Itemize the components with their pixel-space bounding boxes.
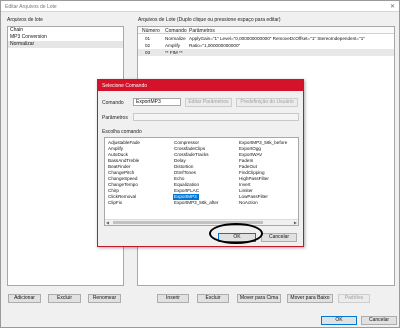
delete-step-button[interactable]: Excluir <box>197 294 229 303</box>
batch-list-item[interactable]: MP3 Conversion <box>8 34 123 41</box>
choose-command-label: Escolha comando <box>102 129 142 135</box>
command-column-1: AdjustableFade Amplify AutoDuck BassAndT… <box>107 140 140 206</box>
close-icon[interactable]: ✕ <box>390 3 395 10</box>
add-button[interactable]: Adicionar <box>8 294 41 303</box>
dialog-titlebar: Selecione Comando <box>98 80 303 91</box>
command-column-2: Compressor CrossfadeClips CrossfadeTrack… <box>173 140 218 206</box>
col-parameters[interactable]: Parâmetros <box>189 28 215 34</box>
command-column-3: ExportMP3_56k_before ExportOgg ExportWAV… <box>238 140 287 206</box>
batch-steps-label: Arquivos de Lote (Duplo clique ou pressi… <box>138 17 281 23</box>
list-item[interactable]: ExportMP3_56k_after <box>173 200 218 206</box>
edit-parameters-button[interactable]: Editar Parâmetros <box>185 98 232 107</box>
list-item[interactable]: NoAction <box>238 200 287 206</box>
table-header: Número Comando Parâmetros <box>138 27 394 34</box>
row-params: Ratio="1,000000000000" <box>189 43 241 48</box>
ok-button[interactable]: OK <box>321 316 357 325</box>
col-number[interactable]: Número <box>142 28 160 34</box>
batch-list-item-selected[interactable]: Normalizar <box>8 41 123 48</box>
command-input[interactable]: ExportMP3 <box>133 98 181 106</box>
row-command: ** FIM ** <box>165 50 183 55</box>
table-row[interactable]: 03 ** FIM ** <box>138 49 394 56</box>
dialog-cancel-button[interactable]: Cancelar <box>261 233 297 242</box>
row-command: Normalize <box>165 36 186 41</box>
user-preset-button[interactable]: Predefinição do Usuário <box>236 98 298 107</box>
cancel-button[interactable]: Cancelar <box>361 316 397 325</box>
batch-list-item[interactable]: Chain <box>8 27 123 34</box>
table-row[interactable]: 02 Amplify Ratio="1,000000000000" <box>138 42 394 49</box>
defaults-button[interactable]: Padrões <box>338 294 370 303</box>
scroll-right-icon[interactable]: ▶ <box>294 220 297 225</box>
row-number: 01 <box>145 36 151 41</box>
select-command-dialog: Selecione Comando Comando ExportMP3 Edit… <box>97 79 304 247</box>
parameters-input[interactable] <box>133 113 299 121</box>
highlight-circle <box>209 223 263 244</box>
parameters-label: Parâmetros <box>102 115 128 121</box>
row-params: ApplyGain="1" Level="0,000000000000" Rem… <box>189 36 365 41</box>
rename-button[interactable]: Renomear <box>88 294 121 303</box>
command-list[interactable]: AdjustableFade Amplify AutoDuck BassAndT… <box>104 137 299 226</box>
window-title: Editar Arquivos de Lote <box>5 4 57 10</box>
horizontal-scrollbar[interactable]: ◀ ▶ <box>105 219 298 225</box>
command-label: Comando <box>102 100 124 106</box>
move-up-button[interactable]: Mover para Cima <box>237 294 281 303</box>
col-command[interactable]: Comando <box>165 28 187 34</box>
move-down-button[interactable]: Mover para Baixo <box>287 294 333 303</box>
dialog-title: Selecione Comando <box>102 83 148 89</box>
scroll-left-icon[interactable]: ◀ <box>106 220 109 225</box>
row-command: Amplify <box>165 43 181 48</box>
insert-button[interactable]: Inserir <box>157 294 189 303</box>
window-titlebar: Editar Arquivos de Lote ✕ <box>1 1 399 12</box>
table-row[interactable]: 01 Normalize ApplyGain="1" Level="0,0000… <box>138 35 394 42</box>
delete-batch-button[interactable]: Excluir <box>48 294 81 303</box>
list-item[interactable]: ClipFix <box>107 200 140 206</box>
row-number: 02 <box>145 43 151 48</box>
batch-files-label: Arquivos de lote <box>7 17 43 23</box>
row-number: 03 <box>145 50 151 55</box>
